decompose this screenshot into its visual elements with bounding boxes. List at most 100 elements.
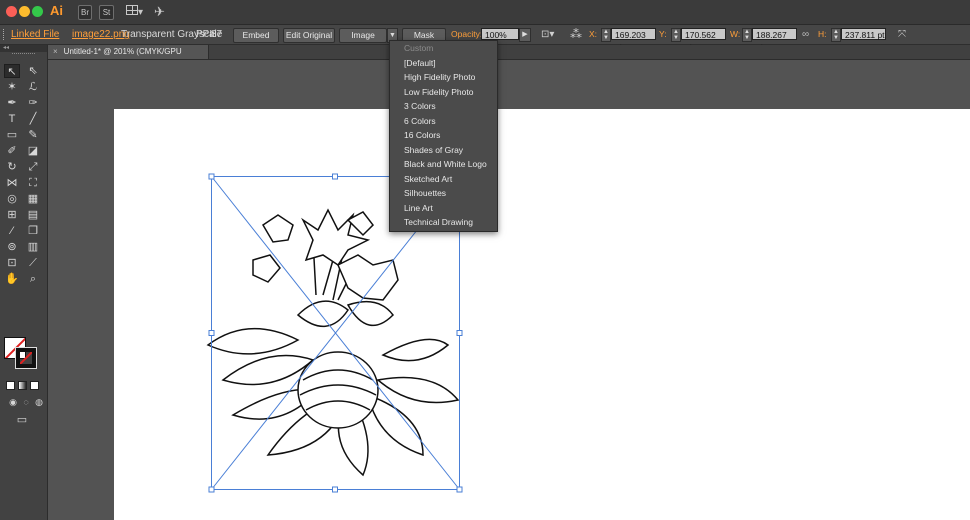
shaper-tool-icon[interactable]: ✐ <box>4 144 20 158</box>
menu-item-high-fidelity-photo[interactable]: High Fidelity Photo <box>390 70 497 85</box>
menu-item-3-colors[interactable]: 3 Colors <box>390 99 497 114</box>
chevron-right-icon: ▶ <box>522 31 528 38</box>
chevron-down-icon: ▾ <box>138 7 144 18</box>
opacity-label: Opacity: <box>451 29 483 39</box>
bridge-button[interactable]: Br <box>78 5 92 20</box>
height-input[interactable]: 237.811 pt <box>841 28 886 40</box>
x-input[interactable]: 169.203 pt <box>611 28 656 52</box>
menu-item-silhouettes[interactable]: Silhouettes <box>390 186 497 201</box>
edit-original-button[interactable]: Edit Original <box>283 28 335 43</box>
stock-button[interactable]: St <box>99 5 114 20</box>
hand-tool-icon[interactable]: ✋ <box>4 272 20 286</box>
panel-grip[interactable] <box>12 53 35 60</box>
align-options-icon[interactable]: ⊡▾ <box>541 29 554 40</box>
y-stepper[interactable]: ▲ ▼ <box>671 28 681 42</box>
opacity-arrow-button[interactable]: ▶ <box>519 28 531 42</box>
artboard-tool-icon[interactable]: ⊡ <box>4 256 20 270</box>
column-graph-tool-icon[interactable]: ▥ <box>25 240 41 254</box>
blend-tool-icon[interactable]: ❐ <box>25 224 41 238</box>
menu-item-shades-of-gray[interactable]: Shades of Gray <box>390 143 497 158</box>
arrange-grid-icon <box>126 5 138 15</box>
magic-wand-tool-icon[interactable]: ✶ <box>4 80 20 94</box>
direct-selection-tool-icon[interactable]: ⇖ <box>25 64 41 78</box>
width-input[interactable]: 188.267 pt <box>752 28 797 52</box>
gpu-performance-icon[interactable]: ✈ <box>154 4 165 20</box>
minimize-window-button[interactable] <box>19 6 30 17</box>
shape-builder-tool-icon[interactable]: ◎ <box>4 192 20 206</box>
close-tab-icon[interactable]: × <box>53 45 58 59</box>
symbol-sprayer-tool-icon[interactable]: ⊚ <box>4 240 20 254</box>
resize-handle[interactable] <box>332 486 338 493</box>
placed-image[interactable] <box>48 60 970 520</box>
linked-file-link[interactable]: Linked File <box>11 29 59 40</box>
stroke-swatch[interactable] <box>15 347 37 369</box>
perspective-grid-tool-icon[interactable]: ▦ <box>25 192 41 206</box>
mesh-tool-icon[interactable]: ⊞ <box>4 208 20 222</box>
color-mode-button[interactable] <box>6 381 15 390</box>
scale-tool-icon[interactable]: ⤢ <box>25 160 41 174</box>
eraser-tool-icon[interactable]: ◪ <box>25 144 41 158</box>
gradient-mode-button[interactable] <box>18 381 27 390</box>
draw-inside-icon[interactable]: ◍ <box>31 395 47 409</box>
document-tab[interactable]: ×Untitled-1* @ 201% (CMYK/GPU Preview) <box>48 45 209 70</box>
resize-handle[interactable] <box>332 173 338 180</box>
resize-handle[interactable] <box>456 330 463 336</box>
image-trace-button[interactable]: Image Trace <box>339 28 387 53</box>
y-label: Y: <box>659 29 667 39</box>
menu-item-6-colors[interactable]: 6 Colors <box>390 114 497 129</box>
lasso-tool-icon[interactable]: ℒ <box>25 80 41 94</box>
plant-illustration <box>206 208 460 477</box>
document-tab-bar: ×Untitled-1* @ 201% (CMYK/GPU Preview) <box>48 45 970 70</box>
transform-icon[interactable]: ⤧ <box>898 29 906 40</box>
tools-panel: ◂◂ ↖ ⇖ ✶ ℒ ✒ ✑ T ╱ ▭ ✎ ✐ ◪ ↻ ⤢ ⋈ ⛶ ◎ ▦ ⊞… <box>0 45 48 520</box>
paintbrush-tool-icon[interactable]: ✎ <box>25 128 41 142</box>
menu-item-technical-drawing[interactable]: Technical Drawing <box>390 215 497 230</box>
selection-tool-icon[interactable]: ↖ <box>4 64 20 78</box>
close-window-button[interactable] <box>6 6 17 17</box>
opacity-input[interactable]: 100% <box>481 28 519 40</box>
zoom-window-button[interactable] <box>32 6 43 17</box>
arrange-documents-button[interactable]: ▾ <box>126 5 143 18</box>
width-tool-icon[interactable]: ⋈ <box>4 176 20 190</box>
menu-item-line-art[interactable]: Line Art <box>390 201 497 216</box>
x-label: X: <box>589 29 598 39</box>
y-input[interactable]: 170.562 pt <box>681 28 726 52</box>
app-title-bar: Ai Br St ▾ ✈ <box>0 0 970 25</box>
eyedropper-tool-icon[interactable]: ⁄ <box>4 224 20 238</box>
chevron-down-icon: ▼ <box>389 32 396 39</box>
resize-handle[interactable] <box>456 486 463 493</box>
screen-mode-icon[interactable]: ▭ <box>14 413 30 427</box>
menu-item-black-and-white-logo[interactable]: Black and White Logo <box>390 157 497 172</box>
zoom-tool-icon[interactable]: ⌕ <box>25 272 41 286</box>
menu-item-default[interactable]: [Default] <box>390 56 497 71</box>
fill-stroke-swatches <box>4 337 38 369</box>
canvas-area[interactable] <box>48 60 970 520</box>
resize-handle[interactable] <box>208 330 215 336</box>
none-mode-button[interactable] <box>30 381 39 390</box>
slice-tool-icon[interactable]: ⟋ <box>25 256 41 270</box>
illustrator-logo: Ai <box>50 3 63 18</box>
menu-item-sketched-art[interactable]: Sketched Art <box>390 172 497 187</box>
embed-button[interactable]: Embed <box>233 28 279 43</box>
menu-item-low-fidelity-photo[interactable]: Low Fidelity Photo <box>390 85 497 100</box>
width-label: W: <box>730 29 741 39</box>
constrain-proportions-icon[interactable]: ∞ <box>802 29 809 40</box>
width-stepper[interactable]: ▲ ▼ <box>742 28 752 42</box>
x-stepper[interactable]: ▲ ▼ <box>601 28 611 42</box>
resize-handle[interactable] <box>208 173 215 180</box>
pen-tool-icon[interactable]: ✒ <box>4 96 20 110</box>
type-tool-icon[interactable]: T <box>4 112 20 126</box>
rectangle-tool-icon[interactable]: ▭ <box>4 128 20 142</box>
curvature-tool-icon[interactable]: ✑ <box>25 96 41 110</box>
rotate-tool-icon[interactable]: ↻ <box>4 160 20 174</box>
panel-collapse-icon[interactable]: ◂◂ <box>0 45 47 52</box>
reference-point-icon[interactable]: ⁂ <box>570 27 582 41</box>
height-label: H: <box>818 29 827 39</box>
gradient-tool-icon[interactable]: ▤ <box>25 208 41 222</box>
resize-handle[interactable] <box>208 486 215 493</box>
free-transform-tool-icon[interactable]: ⛶ <box>25 176 41 190</box>
control-bar-grip[interactable] <box>3 29 6 40</box>
height-stepper[interactable]: ▲ ▼ <box>831 28 841 42</box>
line-tool-icon[interactable]: ╱ <box>25 112 41 126</box>
menu-item-16-colors[interactable]: 16 Colors <box>390 128 497 143</box>
